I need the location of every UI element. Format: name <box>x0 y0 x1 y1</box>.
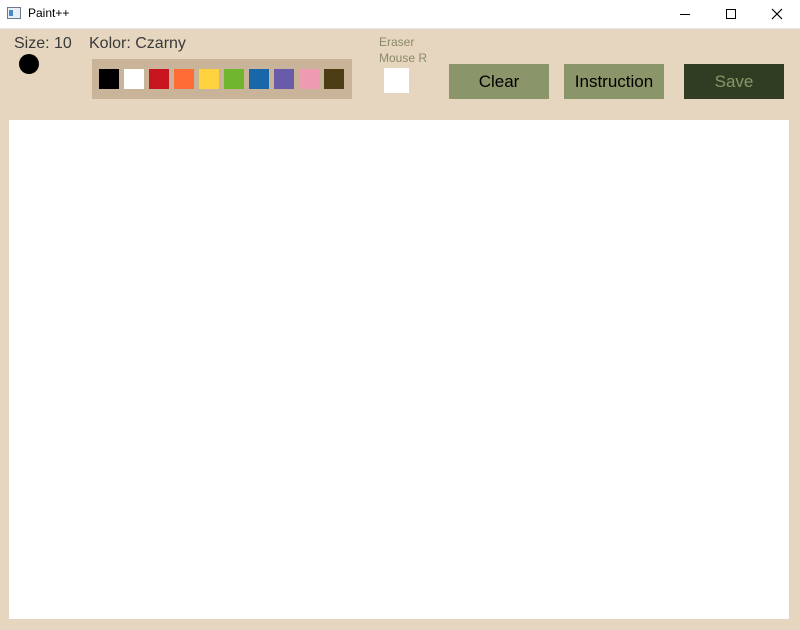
eraser-hint-label: Mouse R <box>379 51 428 65</box>
color-swatch[interactable] <box>174 69 194 89</box>
eraser-swatch[interactable] <box>384 68 409 93</box>
color-swatch[interactable] <box>149 69 169 89</box>
eraser-label: Eraser <box>379 35 415 49</box>
close-button[interactable] <box>754 0 800 28</box>
color-swatch[interactable] <box>249 69 269 89</box>
save-button[interactable]: Save <box>684 64 784 99</box>
color-swatch[interactable] <box>274 69 294 89</box>
color-swatch[interactable] <box>99 69 119 89</box>
color-swatch[interactable] <box>224 69 244 89</box>
minimize-icon <box>680 14 690 15</box>
color-swatch[interactable] <box>324 69 344 89</box>
window-title: Paint++ <box>28 6 70 20</box>
clear-button[interactable]: Clear <box>449 64 549 99</box>
brush-preview <box>19 54 39 74</box>
color-swatch[interactable] <box>299 69 319 89</box>
brush-size-label: Size: 10 <box>14 35 72 52</box>
minimize-button[interactable] <box>662 0 708 28</box>
title-bar: Paint++ <box>0 0 800 29</box>
close-icon <box>771 8 783 20</box>
color-name-label: Kolor: Czarny <box>89 35 186 52</box>
instruction-button[interactable]: Instruction <box>564 64 664 99</box>
color-palette <box>92 59 352 99</box>
maximize-button[interactable] <box>708 0 754 28</box>
drawing-canvas[interactable] <box>9 120 789 619</box>
color-swatch[interactable] <box>199 69 219 89</box>
app-icon <box>7 7 21 19</box>
maximize-icon <box>726 9 736 19</box>
color-swatch[interactable] <box>124 69 144 89</box>
